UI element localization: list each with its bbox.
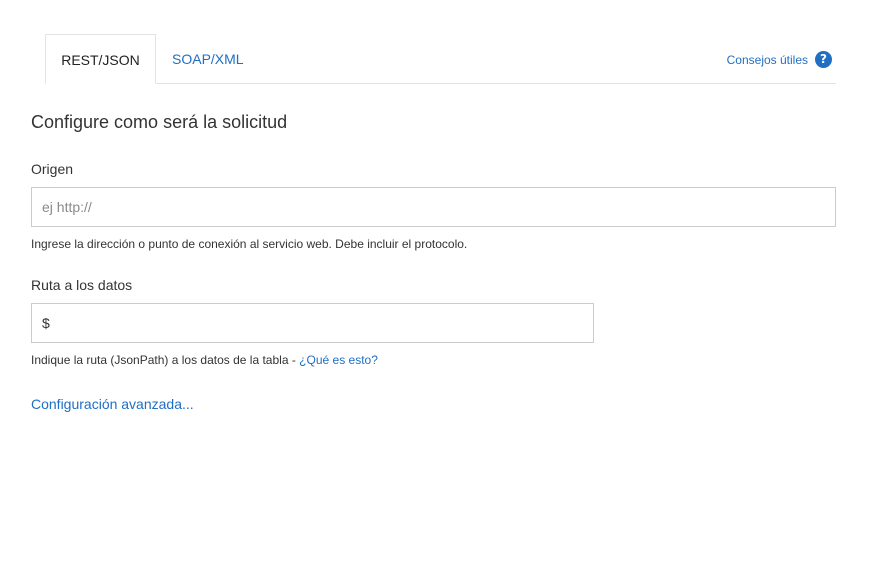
origin-help-text: Ingrese la dirección o punto de conexión… — [31, 237, 468, 251]
data-path-label: Ruta a los datos — [31, 277, 133, 293]
data-path-input[interactable] — [31, 303, 594, 343]
origin-input[interactable] — [31, 187, 836, 227]
data-path-help-text: Indique la ruta (JsonPath) a los datos d… — [31, 353, 300, 367]
tab-rest-json[interactable]: REST/JSON — [45, 34, 156, 84]
helpful-tips-label: Consejos útiles — [726, 52, 808, 67]
origin-label: Origen — [31, 161, 74, 177]
tab-soap-xml[interactable]: SOAP/XML — [156, 34, 260, 84]
advanced-settings-link[interactable]: Configuración avanzada... — [31, 396, 194, 412]
helpful-tips-link[interactable]: Consejos útiles ? — [727, 51, 832, 68]
tab-bar: REST/JSON SOAP/XML Consejos útiles ? — [45, 34, 836, 84]
help-circle-icon[interactable]: ? — [815, 51, 832, 68]
data-path-help: Indique la ruta (JsonPath) a los datos d… — [31, 353, 378, 367]
section-title: Configure como será la solicitud — [31, 112, 288, 132]
what-is-this-link[interactable]: ¿Qué es esto? — [299, 353, 378, 367]
